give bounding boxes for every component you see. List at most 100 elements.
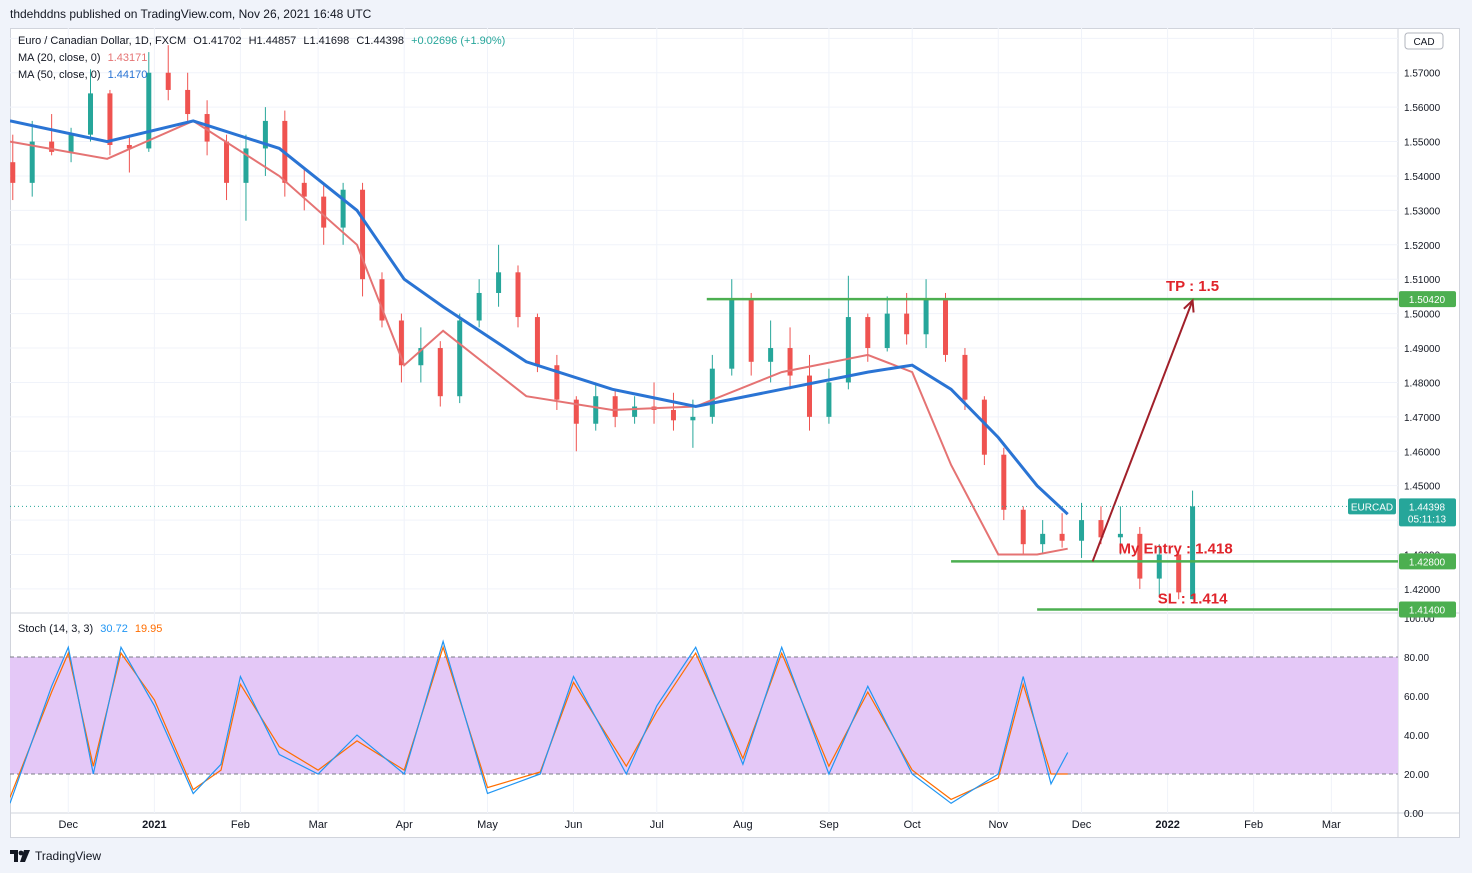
- candle-body: [612, 396, 618, 417]
- time-tick-label: Jun: [565, 819, 583, 831]
- candle-body: [1059, 533, 1065, 541]
- candle-body: [146, 72, 152, 149]
- candle: [515, 265, 521, 328]
- stoch-tick-label: 20.00: [1404, 770, 1429, 781]
- entry-annotation: My Entry : 1.418: [1118, 540, 1232, 557]
- candle-body: [729, 299, 735, 369]
- price-tick-label: 1.54000: [1404, 172, 1441, 183]
- candle: [457, 313, 463, 404]
- ma20-label: MA (20, close, 0): [18, 52, 101, 64]
- time-tick-label: Feb: [231, 819, 250, 831]
- candle-body: [826, 382, 832, 417]
- candle-body: [515, 272, 521, 318]
- price-tick-label: 1.56000: [1404, 103, 1441, 114]
- publish-bar: thdehddns published on TradingView.com, …: [0, 0, 1472, 28]
- price-tick-label: 1.42000: [1404, 585, 1441, 596]
- candle: [709, 354, 715, 424]
- candle: [748, 292, 754, 376]
- price-tick-label: 1.55000: [1404, 138, 1441, 149]
- candle-body: [962, 354, 968, 400]
- ma50-legend: MA (50, close, 0) 1.44170: [18, 69, 147, 81]
- candle-body: [865, 317, 871, 349]
- candle-body: [845, 317, 851, 383]
- candle-body: [670, 409, 676, 421]
- stoch-legend: Stoch (14, 3, 3) 30.72 19.95: [18, 623, 162, 635]
- currency-label: CAD: [1413, 37, 1434, 48]
- candle: [185, 72, 191, 121]
- candle-body: [1001, 454, 1007, 510]
- candle-body: [29, 141, 35, 183]
- candle-body: [340, 189, 346, 228]
- candle: [923, 279, 929, 349]
- price-tick-label: 1.52000: [1404, 241, 1441, 252]
- candle-body: [884, 313, 890, 349]
- candle-body: [49, 141, 55, 152]
- candle: [29, 120, 35, 197]
- time-tick-label: Apr: [396, 819, 413, 831]
- candle: [904, 292, 910, 345]
- symbol-badge-label: EURCAD: [1351, 502, 1393, 513]
- candle-body: [68, 134, 74, 152]
- candle: [418, 327, 424, 383]
- candle-body: [165, 72, 171, 90]
- candle-body: [1079, 520, 1085, 541]
- last-price-label: 1.44398: [1409, 502, 1446, 513]
- ohlc-high: H1.44857: [248, 35, 297, 47]
- candle: [981, 396, 987, 466]
- time-tick-label: Jul: [650, 819, 664, 831]
- tradingview-logo-icon: [10, 850, 30, 862]
- candle: [1020, 506, 1026, 555]
- candle: [826, 368, 832, 424]
- candle: [768, 320, 774, 383]
- time-tick-label: May: [477, 819, 498, 831]
- tp-annotation: TP : 1.5: [1166, 278, 1219, 295]
- candle-body: [88, 93, 94, 135]
- ma50-label: MA (50, close, 0): [18, 69, 101, 81]
- candle: [612, 389, 618, 428]
- candle-body: [534, 317, 540, 366]
- ohlc-open: O1.41702: [193, 35, 242, 47]
- candle-body: [748, 299, 754, 362]
- stoch-d-value: 19.95: [134, 623, 163, 635]
- candle: [126, 134, 132, 173]
- stoch-tick-label: 0.00: [1404, 809, 1424, 820]
- publish-info: thdehddns published on TradingView.com, …: [10, 7, 372, 21]
- stoch-k-value: 30.72: [100, 623, 128, 635]
- price-chart[interactable]: 1.580001.570001.560001.550001.540001.530…: [10, 28, 1460, 838]
- candle: [884, 296, 890, 352]
- candle-body: [1117, 533, 1123, 538]
- candle: [845, 275, 851, 390]
- candle: [729, 279, 735, 376]
- candle: [340, 182, 346, 245]
- candle-body: [1156, 554, 1162, 579]
- candle: [476, 279, 482, 328]
- candle: [301, 169, 307, 211]
- candle-body: [224, 141, 230, 183]
- candle: [437, 341, 443, 407]
- candle-body: [301, 182, 307, 197]
- ma50-value: 1.44170: [107, 69, 148, 81]
- candle-body: [107, 93, 113, 145]
- price-tick-label: 1.45000: [1404, 482, 1441, 493]
- candle: [651, 382, 657, 424]
- candle-body: [321, 196, 327, 228]
- candle: [243, 134, 249, 221]
- candle-body: [593, 396, 599, 424]
- sl-annotation: SL : 1.414: [1158, 591, 1228, 608]
- time-tick-label: Oct: [904, 819, 921, 831]
- price-tick-label: 1.51000: [1404, 275, 1441, 286]
- candle-body: [806, 375, 812, 417]
- candle-body: [690, 416, 696, 421]
- candle-body: [943, 299, 949, 355]
- price-tick-label: 1.47000: [1404, 413, 1441, 424]
- candle: [1079, 502, 1085, 558]
- candle: [943, 292, 949, 362]
- candle: [496, 244, 502, 307]
- price-tick-label: 1.53000: [1404, 206, 1441, 217]
- candle-body: [1040, 533, 1046, 545]
- stoch-label: Stoch (14, 3, 3): [18, 623, 94, 635]
- tradingview-brand: TradingView: [35, 849, 102, 863]
- tradingview-logo[interactable]: TradingView: [10, 849, 101, 863]
- time-tick-label: Mar: [309, 819, 328, 831]
- time-tick-label: Nov: [988, 819, 1008, 831]
